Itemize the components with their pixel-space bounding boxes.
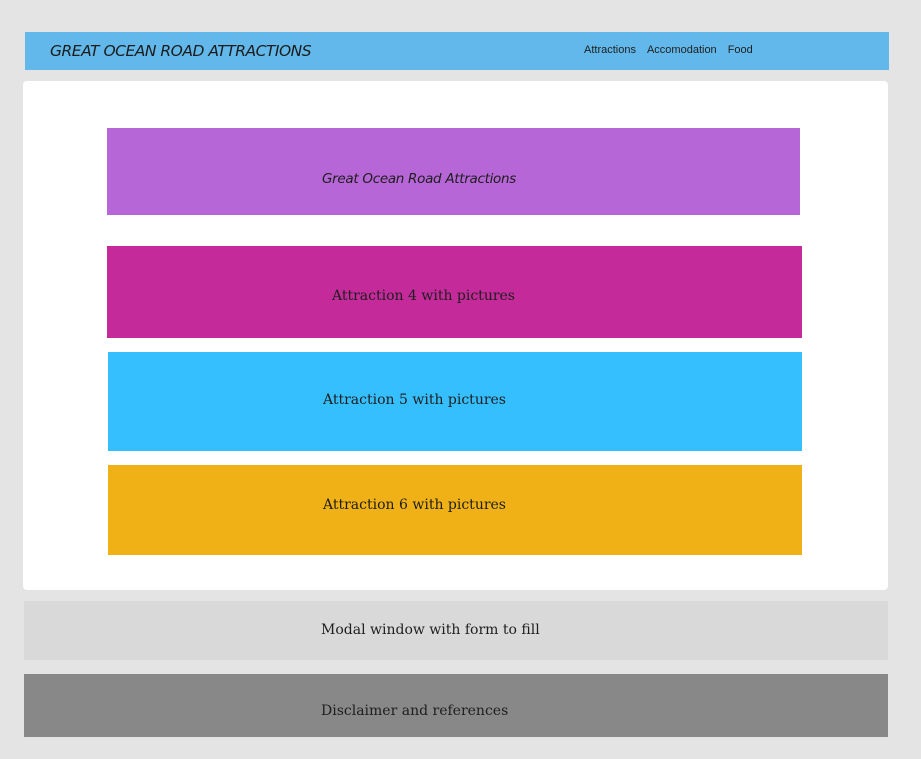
nav-item-attractions[interactable]: Attractions (584, 44, 636, 56)
site-header: GREAT OCEAN ROAD ATTRACTIONS Attractions… (25, 32, 889, 70)
footer: Disclaimer and references (24, 674, 888, 737)
modal-label: Modal window with form to fill (321, 622, 540, 638)
attraction-4-label: Attraction 4 with pictures (332, 288, 515, 304)
banner-title: Great Ocean Road Attractions (322, 171, 516, 187)
attraction-4-section: Attraction 4 with pictures (107, 246, 802, 338)
attraction-5-label: Attraction 5 with pictures (323, 392, 506, 408)
nav-item-food[interactable]: Food (728, 44, 753, 56)
attraction-6-section: Attraction 6 with pictures (108, 465, 802, 555)
attraction-6-label: Attraction 6 with pictures (323, 497, 506, 513)
footer-label: Disclaimer and references (321, 703, 509, 719)
modal-section: Modal window with form to fill (24, 601, 888, 660)
content-card: Great Ocean Road Attractions Attraction … (23, 81, 888, 590)
nav-item-accomodation[interactable]: Accomodation (647, 44, 717, 56)
hero-banner: Great Ocean Road Attractions (107, 128, 800, 215)
attraction-5-section: Attraction 5 with pictures (108, 352, 802, 451)
site-title: GREAT OCEAN ROAD ATTRACTIONS (50, 42, 312, 60)
main-nav: Attractions Accomodation Food (584, 44, 753, 56)
